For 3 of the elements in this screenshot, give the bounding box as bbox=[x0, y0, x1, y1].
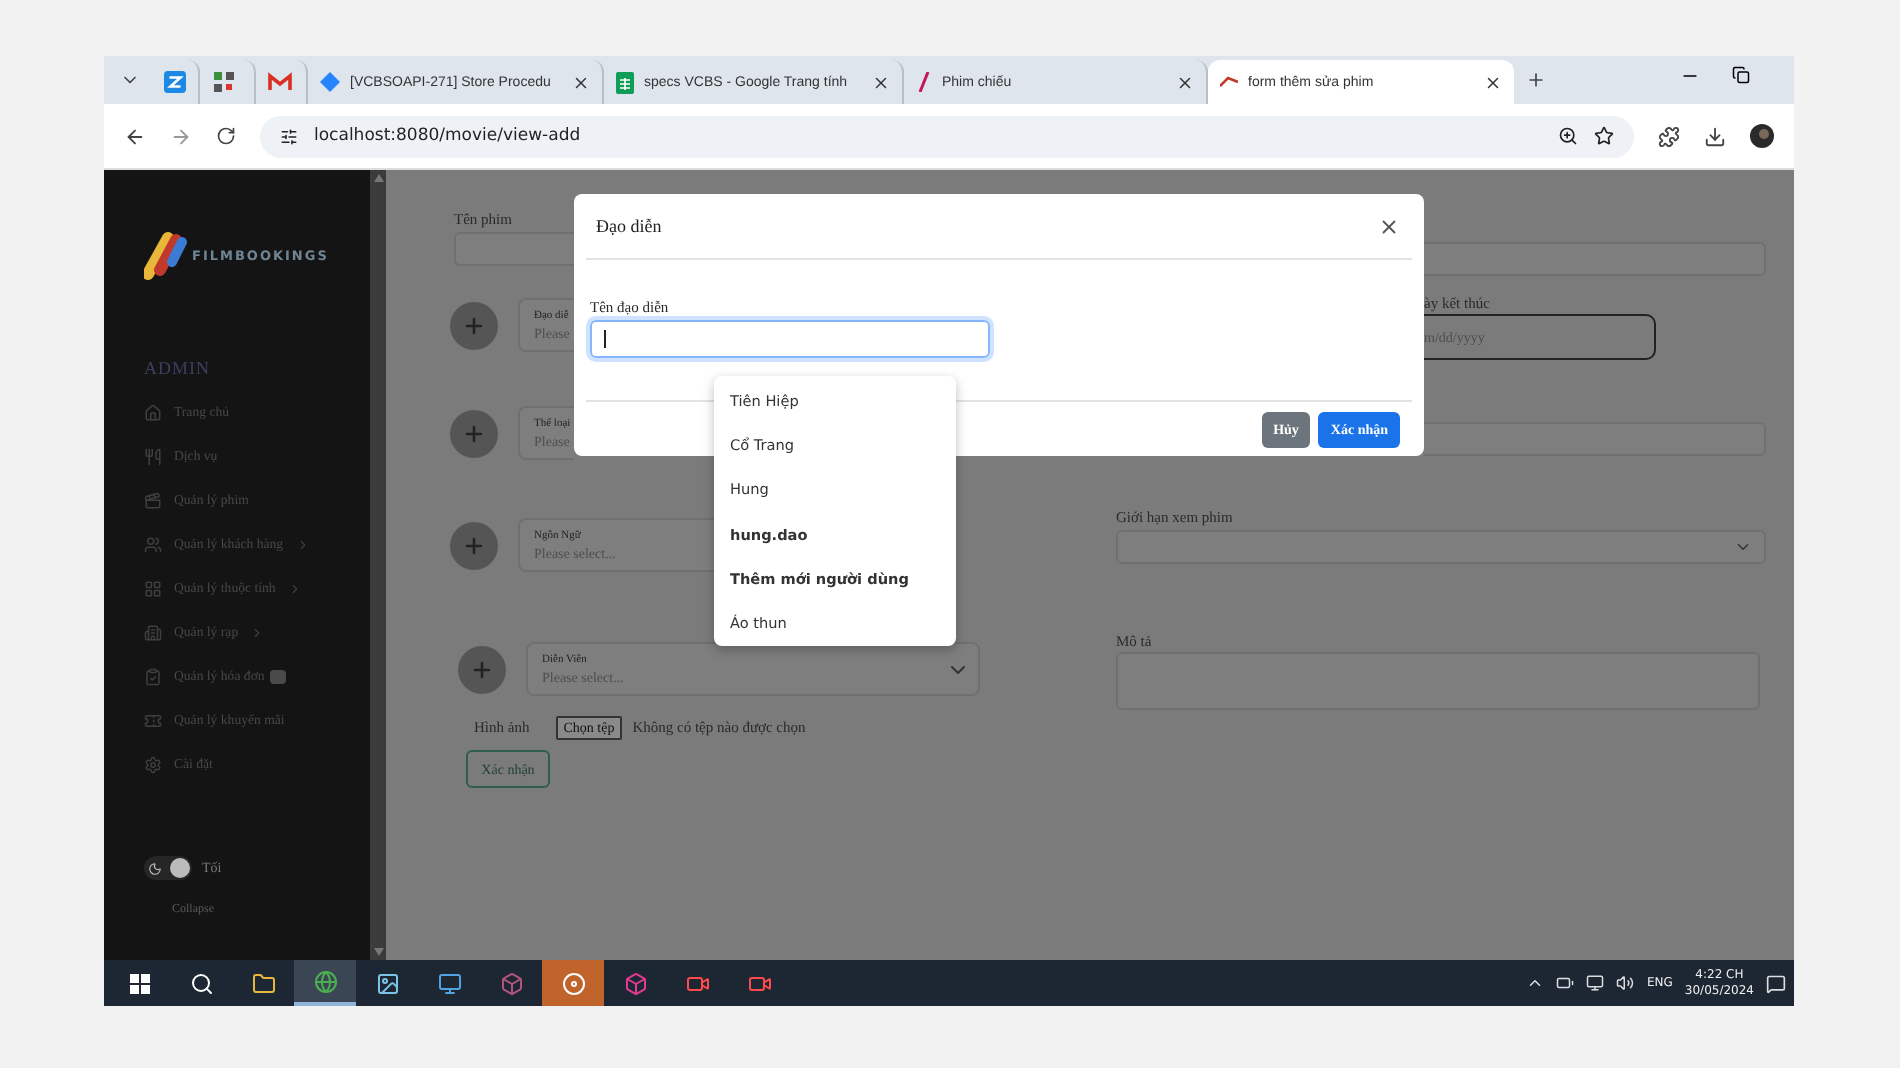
url-text: localhost:8080/movie/view-add bbox=[314, 126, 583, 146]
section-heading: ADMIN bbox=[144, 358, 212, 378]
dialog-title: Đạo diễn bbox=[596, 216, 662, 236]
